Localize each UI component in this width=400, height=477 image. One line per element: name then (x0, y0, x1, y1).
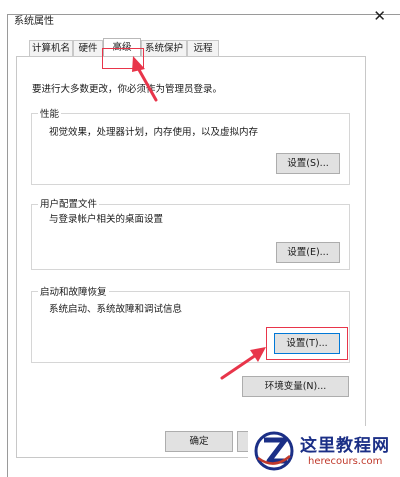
tab-highlight-box (102, 48, 144, 69)
watermark-logo-icon (254, 431, 294, 471)
watermark-url: herecours.com (308, 456, 383, 467)
watermark-name: 这里教程网 (300, 436, 390, 456)
arrow-to-startup-settings (220, 347, 266, 380)
red-arrow-annotations (132, 56, 266, 380)
watermark: 这里教程网 herecours.com (248, 426, 400, 477)
